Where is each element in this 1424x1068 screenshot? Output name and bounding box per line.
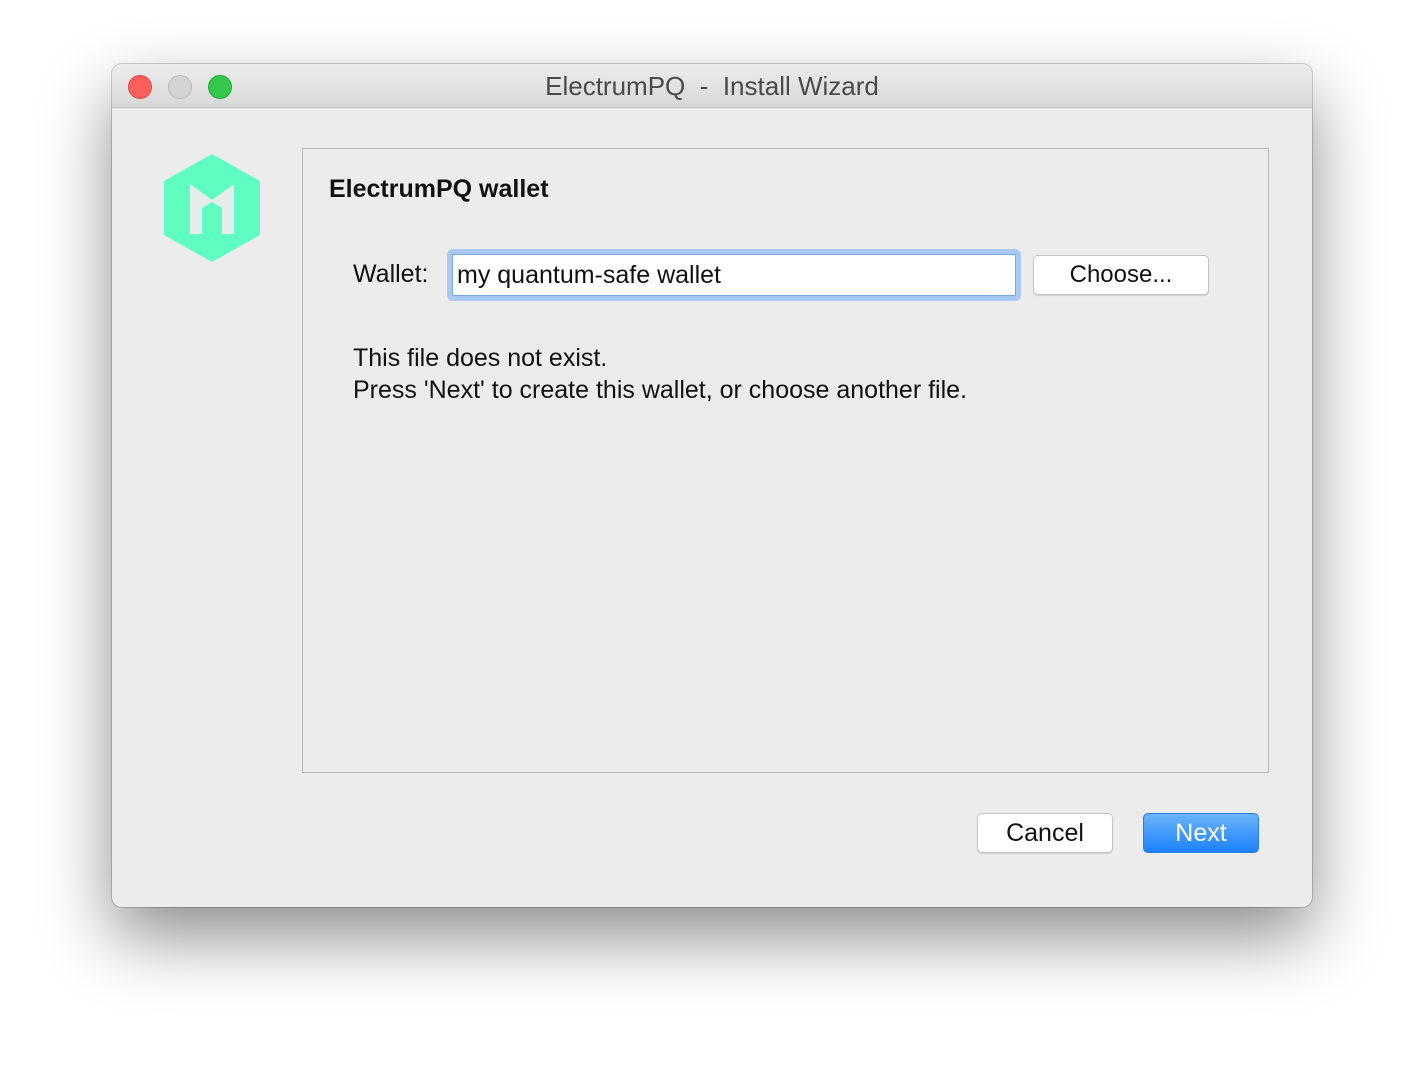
- choose-file-button[interactable]: Choose...: [1033, 255, 1209, 295]
- title-bar: ElectrumPQ - Install Wizard: [112, 64, 1312, 108]
- panel-title: ElectrumPQ wallet: [329, 175, 549, 203]
- wallet-label: Wallet:: [353, 260, 429, 288]
- wallet-panel: ElectrumPQ wallet Wallet: Choose... This…: [302, 148, 1269, 773]
- status-message-line-2: Press 'Next' to create this wallet, or c…: [353, 376, 968, 404]
- status-message-line-1: This file does not exist.: [353, 344, 608, 372]
- cancel-button[interactable]: Cancel: [977, 813, 1113, 853]
- wallet-input-focus-ring: [447, 249, 1021, 301]
- next-button[interactable]: Next: [1143, 813, 1259, 853]
- wallet-name-input[interactable]: [452, 254, 1016, 296]
- status-message: This file does not exist. Press 'Next' t…: [353, 342, 967, 406]
- window-title: ElectrumPQ - Install Wizard: [545, 71, 879, 101]
- install-wizard-window: ElectrumPQ - Install Wizard ElectrumPQ w…: [112, 64, 1312, 907]
- electrumpq-logo-icon: [160, 152, 264, 264]
